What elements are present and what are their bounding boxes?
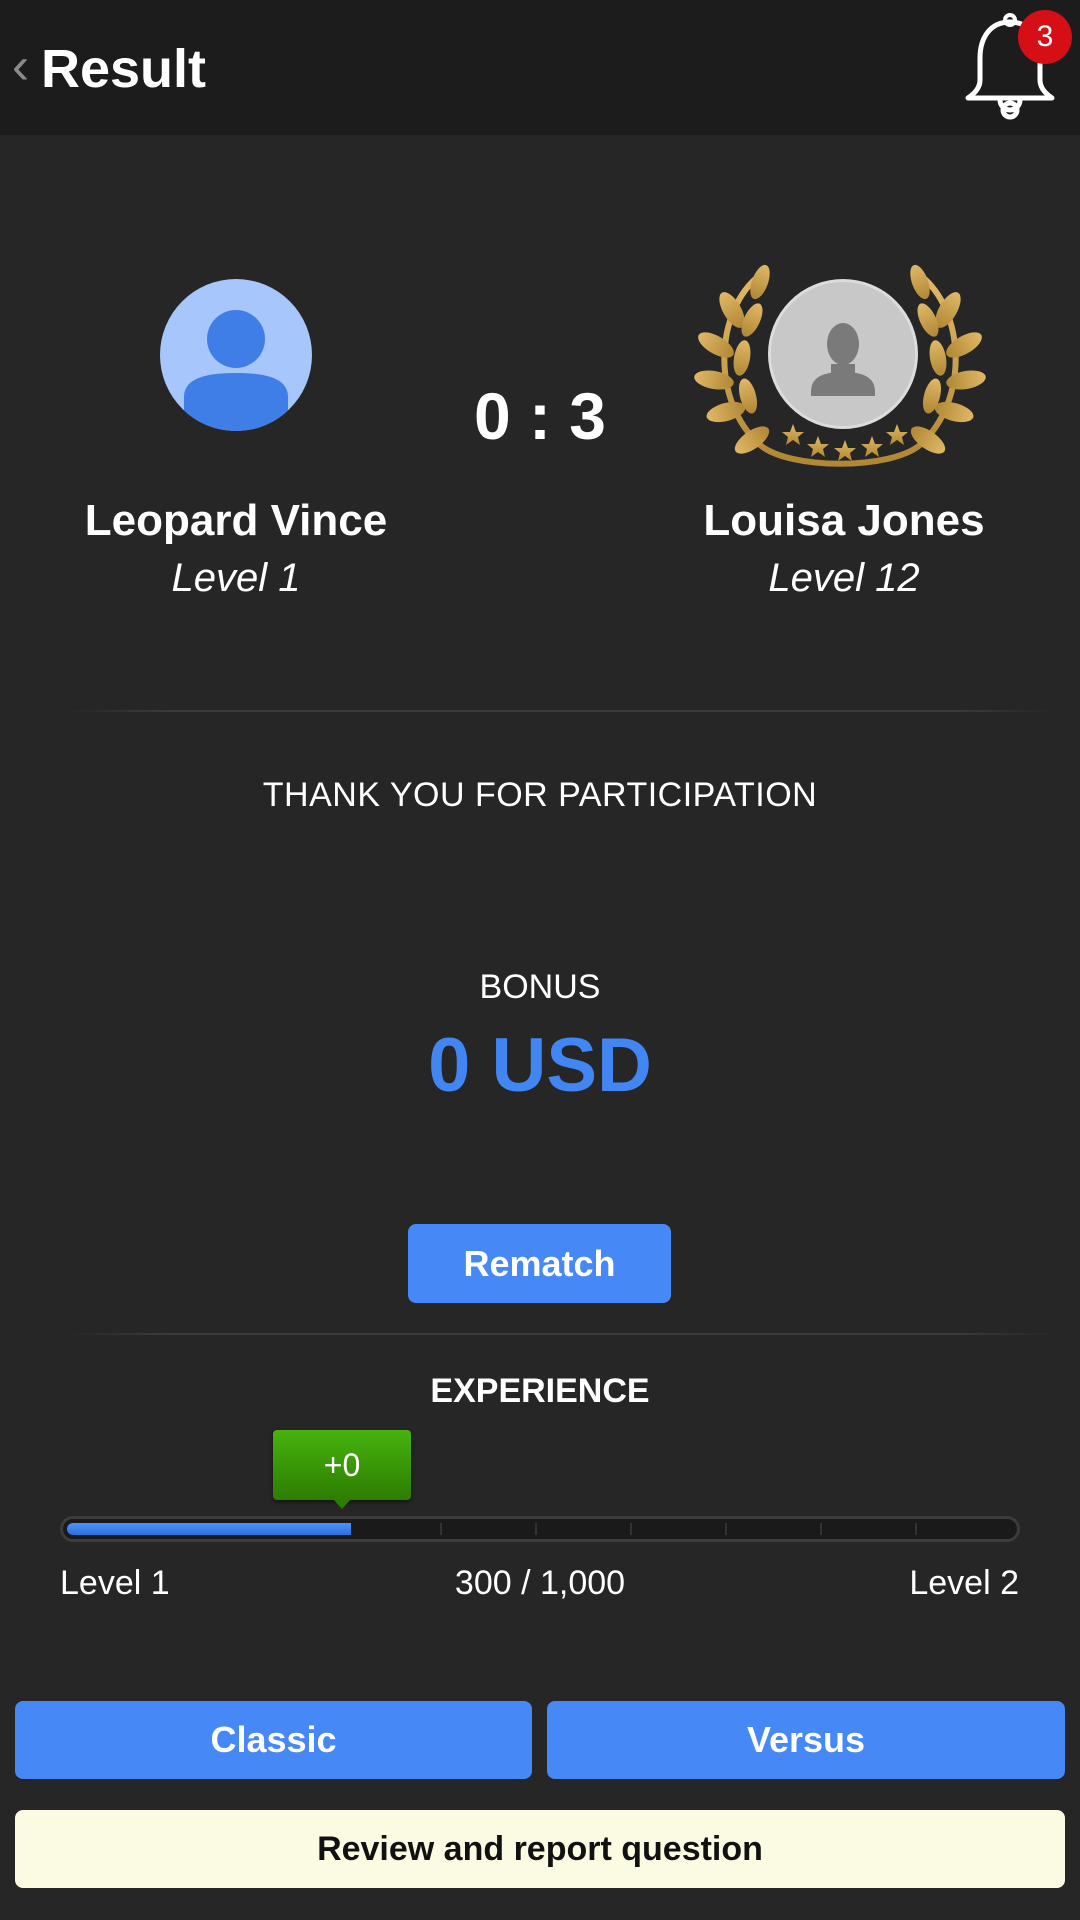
rematch-button[interactable]: Rematch <box>408 1224 671 1303</box>
experience-level-end: Level 2 <box>909 1564 1019 1602</box>
bonus-value: 0 USD <box>428 1023 652 1108</box>
thank-you-message: THANK YOU FOR PARTICIPATION <box>262 776 818 814</box>
experience-gain-badge: +0 <box>273 1430 411 1500</box>
experience-progress-text: 300 / 1,000 <box>454 1564 626 1602</box>
opponent-level: Level 12 <box>768 556 920 600</box>
user-silhouette-icon <box>811 323 875 396</box>
progress-tick <box>820 1523 822 1535</box>
player-level: Level 1 <box>171 556 301 600</box>
opponent-avatar <box>768 279 918 429</box>
player-name: Leopard Vince <box>84 496 388 545</box>
progress-tick <box>535 1523 537 1535</box>
versus-button[interactable]: Versus <box>547 1701 1065 1779</box>
gain-pointer <box>333 1499 351 1509</box>
progress-tick <box>440 1523 442 1535</box>
back-button[interactable]: ‹ Result <box>6 38 206 100</box>
review-report-button[interactable]: Review and report question <box>15 1810 1065 1888</box>
match-score: 0 : 3 <box>473 379 607 453</box>
experience-progress-bar <box>60 1516 1020 1542</box>
chevron-left-icon: ‹ <box>11 37 30 95</box>
progress-tick <box>915 1523 917 1535</box>
notification-badge: 3 <box>1018 10 1072 64</box>
experience-title: EXPERIENCE <box>430 1372 650 1410</box>
notifications-button[interactable]: 3 <box>960 10 1072 125</box>
classic-button[interactable]: Classic <box>15 1701 532 1779</box>
result-screen: ‹ Result 3 Leopard Vince Level 1 0 : 3 L… <box>0 0 1080 1920</box>
bonus-label: BONUS <box>479 968 601 1006</box>
top-bar: ‹ Result 3 <box>0 0 1080 135</box>
progress-tick <box>725 1523 727 1535</box>
user-avatar-icon <box>184 310 288 431</box>
opponent-name: Louisa Jones <box>703 496 985 545</box>
divider <box>66 1333 1056 1335</box>
player-avatar <box>160 279 312 431</box>
page-title: Result <box>40 39 206 99</box>
progress-tick <box>630 1523 632 1535</box>
experience-progress-fill <box>67 1523 351 1535</box>
divider <box>66 710 1056 712</box>
experience-level-start: Level 1 <box>60 1564 170 1602</box>
